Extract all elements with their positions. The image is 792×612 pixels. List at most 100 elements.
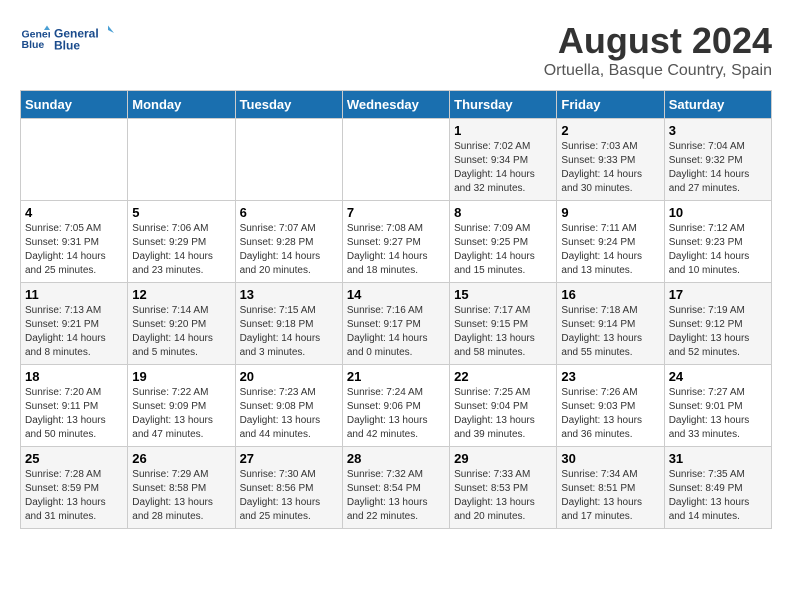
cell-content: Sunrise: 7:34 AM Sunset: 8:51 PM Dayligh… <box>561 468 659 524</box>
day-number: 26 <box>132 451 230 466</box>
logo-graphic: General Blue <box>54 20 114 58</box>
cell-content: Sunrise: 7:05 AM Sunset: 9:31 PM Dayligh… <box>25 222 123 278</box>
calendar-cell: 26Sunrise: 7:29 AM Sunset: 8:58 PM Dayli… <box>128 447 235 529</box>
calendar-body: 1Sunrise: 7:02 AM Sunset: 9:34 PM Daylig… <box>21 119 772 529</box>
header: General Blue General Blue August 2024 Or… <box>20 20 772 80</box>
cell-content: Sunrise: 7:26 AM Sunset: 9:03 PM Dayligh… <box>561 386 659 442</box>
calendar-cell: 16Sunrise: 7:18 AM Sunset: 9:14 PM Dayli… <box>557 283 664 365</box>
calendar-cell: 21Sunrise: 7:24 AM Sunset: 9:06 PM Dayli… <box>342 365 449 447</box>
day-number: 1 <box>454 123 552 138</box>
day-number: 13 <box>240 287 338 302</box>
day-number: 2 <box>561 123 659 138</box>
cell-content: Sunrise: 7:30 AM Sunset: 8:56 PM Dayligh… <box>240 468 338 524</box>
cell-content: Sunrise: 7:15 AM Sunset: 9:18 PM Dayligh… <box>240 304 338 360</box>
cell-content: Sunrise: 7:32 AM Sunset: 8:54 PM Dayligh… <box>347 468 445 524</box>
calendar-cell: 24 Sunrise: 7:27 AM Sunset: 9:01 PM Dayli… <box>664 365 771 447</box>
calendar-cell: 27 Sunrise: 7:30 AM Sunset: 8:56 PM Dayli… <box>235 447 342 529</box>
day-number: 14 <box>347 287 445 302</box>
calendar-cell: 20 Sunrise: 7:23 AM Sunset: 9:08 PM Dayli… <box>235 365 342 447</box>
cell-content: Sunrise: 7:09 AM Sunset: 9:25 PM Dayligh… <box>454 222 552 278</box>
calendar-cell: 13 Sunrise: 7:15 AM Sunset: 9:18 PM Dayli… <box>235 283 342 365</box>
calendar-cell: 7 Sunrise: 7:08 AM Sunset: 9:27 PM Daylig… <box>342 201 449 283</box>
cell-content: Sunrise: 7:19 AM Sunset: 9:12 PM Dayligh… <box>669 304 767 360</box>
calendar-table: SundayMondayTuesdayWednesdayThursdayFrid… <box>20 90 772 529</box>
day-number: 12 <box>132 287 230 302</box>
calendar-cell: 1Sunrise: 7:02 AM Sunset: 9:34 PM Daylig… <box>450 119 557 201</box>
cell-content: Sunrise: 7:12 AM Sunset: 9:23 PM Dayligh… <box>669 222 767 278</box>
header-day-tuesday: Tuesday <box>235 91 342 119</box>
day-number: 11 <box>25 287 123 302</box>
day-number: 25 <box>25 451 123 466</box>
day-number: 17 <box>669 287 767 302</box>
cell-content: Sunrise: 7:16 AM Sunset: 9:17 PM Dayligh… <box>347 304 445 360</box>
calendar-week-4: 18Sunrise: 7:20 AM Sunset: 9:11 PM Dayli… <box>21 365 772 447</box>
calendar-cell: 2 Sunrise: 7:03 AM Sunset: 9:33 PM Daylig… <box>557 119 664 201</box>
day-number: 27 <box>240 451 338 466</box>
cell-content: Sunrise: 7:06 AM Sunset: 9:29 PM Dayligh… <box>132 222 230 278</box>
day-number: 18 <box>25 369 123 384</box>
calendar-cell: 28 Sunrise: 7:32 AM Sunset: 8:54 PM Dayli… <box>342 447 449 529</box>
cell-content: Sunrise: 7:11 AM Sunset: 9:24 PM Dayligh… <box>561 222 659 278</box>
calendar-cell: 3Sunrise: 7:04 AM Sunset: 9:32 PM Daylig… <box>664 119 771 201</box>
day-number: 6 <box>240 205 338 220</box>
svg-text:Blue: Blue <box>22 39 45 51</box>
day-number: 19 <box>132 369 230 384</box>
day-number: 22 <box>454 369 552 384</box>
calendar-week-5: 25 Sunrise: 7:28 AM Sunset: 8:59 PM Dayli… <box>21 447 772 529</box>
logo-icon: General Blue <box>20 24 50 54</box>
header-day-sunday: Sunday <box>21 91 128 119</box>
cell-content: Sunrise: 7:04 AM Sunset: 9:32 PM Dayligh… <box>669 140 767 196</box>
day-number: 23 <box>561 369 659 384</box>
cell-content: Sunrise: 7:14 AM Sunset: 9:20 PM Dayligh… <box>132 304 230 360</box>
header-day-saturday: Saturday <box>664 91 771 119</box>
day-number: 5 <box>132 205 230 220</box>
calendar-cell: 8 Sunrise: 7:09 AM Sunset: 9:25 PM Daylig… <box>450 201 557 283</box>
cell-content: Sunrise: 7:03 AM Sunset: 9:33 PM Dayligh… <box>561 140 659 196</box>
cell-content: Sunrise: 7:23 AM Sunset: 9:08 PM Dayligh… <box>240 386 338 442</box>
cell-content: Sunrise: 7:27 AM Sunset: 9:01 PM Dayligh… <box>669 386 767 442</box>
cell-content: Sunrise: 7:25 AM Sunset: 9:04 PM Dayligh… <box>454 386 552 442</box>
calendar-header: SundayMondayTuesdayWednesdayThursdayFrid… <box>21 91 772 119</box>
cell-content: Sunrise: 7:08 AM Sunset: 9:27 PM Dayligh… <box>347 222 445 278</box>
calendar-cell <box>235 119 342 201</box>
calendar-cell: 9Sunrise: 7:11 AM Sunset: 9:24 PM Daylig… <box>557 201 664 283</box>
calendar-cell: 17 Sunrise: 7:19 AM Sunset: 9:12 PM Dayli… <box>664 283 771 365</box>
calendar-cell: 29Sunrise: 7:33 AM Sunset: 8:53 PM Dayli… <box>450 447 557 529</box>
cell-content: Sunrise: 7:07 AM Sunset: 9:28 PM Dayligh… <box>240 222 338 278</box>
day-number: 4 <box>25 205 123 220</box>
calendar-cell: 11 Sunrise: 7:13 AM Sunset: 9:21 PM Dayli… <box>21 283 128 365</box>
location-subtitle: Ortuella, Basque Country, Spain <box>544 62 772 80</box>
calendar-cell: 10 Sunrise: 7:12 AM Sunset: 9:23 PM Dayli… <box>664 201 771 283</box>
calendar-cell: 6 Sunrise: 7:07 AM Sunset: 9:28 PM Daylig… <box>235 201 342 283</box>
header-day-monday: Monday <box>128 91 235 119</box>
calendar-week-2: 4 Sunrise: 7:05 AM Sunset: 9:31 PM Daylig… <box>21 201 772 283</box>
header-row: SundayMondayTuesdayWednesdayThursdayFrid… <box>21 91 772 119</box>
day-number: 20 <box>240 369 338 384</box>
calendar-week-3: 11 Sunrise: 7:13 AM Sunset: 9:21 PM Dayli… <box>21 283 772 365</box>
day-number: 28 <box>347 451 445 466</box>
day-number: 8 <box>454 205 552 220</box>
calendar-cell: 18Sunrise: 7:20 AM Sunset: 9:11 PM Dayli… <box>21 365 128 447</box>
day-number: 31 <box>669 451 767 466</box>
title-area: August 2024 Ortuella, Basque Country, Sp… <box>544 20 772 80</box>
calendar-cell <box>21 119 128 201</box>
day-number: 24 <box>669 369 767 384</box>
header-day-wednesday: Wednesday <box>342 91 449 119</box>
day-number: 21 <box>347 369 445 384</box>
calendar-week-1: 1Sunrise: 7:02 AM Sunset: 9:34 PM Daylig… <box>21 119 772 201</box>
calendar-cell: 19Sunrise: 7:22 AM Sunset: 9:09 PM Dayli… <box>128 365 235 447</box>
cell-content: Sunrise: 7:13 AM Sunset: 9:21 PM Dayligh… <box>25 304 123 360</box>
calendar-cell: 4 Sunrise: 7:05 AM Sunset: 9:31 PM Daylig… <box>21 201 128 283</box>
calendar-cell: 12 Sunrise: 7:14 AM Sunset: 9:20 PM Dayli… <box>128 283 235 365</box>
day-number: 10 <box>669 205 767 220</box>
month-title: August 2024 <box>544 20 772 62</box>
day-number: 29 <box>454 451 552 466</box>
day-number: 7 <box>347 205 445 220</box>
calendar-cell <box>342 119 449 201</box>
calendar-cell: 31Sunrise: 7:35 AM Sunset: 8:49 PM Dayli… <box>664 447 771 529</box>
calendar-cell: 15Sunrise: 7:17 AM Sunset: 9:15 PM Dayli… <box>450 283 557 365</box>
cell-content: Sunrise: 7:28 AM Sunset: 8:59 PM Dayligh… <box>25 468 123 524</box>
day-number: 16 <box>561 287 659 302</box>
logo: General Blue General Blue <box>20 20 114 58</box>
header-day-thursday: Thursday <box>450 91 557 119</box>
